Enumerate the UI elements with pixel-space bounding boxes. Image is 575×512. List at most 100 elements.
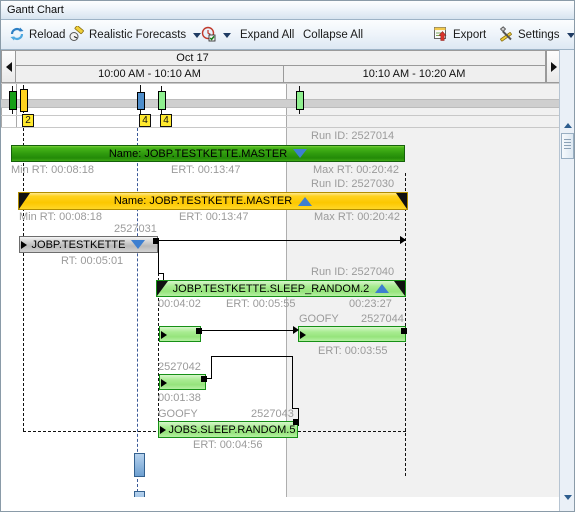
bar-jobp-testkette-master-yellow[interactable]: Name: JOBP.TESTKETTE.MASTER [18, 192, 408, 210]
bar-task-2527044[interactable] [298, 326, 406, 342]
bar-left-cap [157, 281, 168, 296]
vertical-scrollbar[interactable] [559, 50, 574, 511]
bar-jobp-testkette[interactable]: JOBP.TESTKETTE [19, 236, 158, 253]
timeline-ruler: Oct 17 10:00 AM - 10:10 AM 10:10 AM - 10… [1, 50, 574, 83]
timeline-marker-bottom-1[interactable] [134, 453, 145, 477]
chevron-down-icon[interactable] [193, 32, 202, 38]
row-run-id: 2527044 [361, 313, 404, 325]
expand-all-button[interactable]: Expand All [239, 20, 295, 50]
bar-start-arrow-icon [21, 241, 27, 249]
bar-start-arrow-icon [300, 331, 306, 339]
expand-triangle-icon[interactable] [298, 196, 313, 206]
collapse-all-button[interactable]: Collapse All [302, 20, 364, 50]
marker-strip: 2 4 4 [1, 83, 574, 128]
strip-rule [1, 115, 560, 116]
reload-button[interactable]: Reload [9, 20, 66, 50]
export-label: Export [453, 29, 487, 41]
filter-clock-icon [201, 26, 217, 45]
strip-band [1, 99, 560, 108]
bar-label: Name: JOBP.TESTKETTE.MASTER [108, 147, 288, 160]
row-ert: ERT: 00:13:47 [179, 211, 249, 223]
chevron-down-icon[interactable] [566, 32, 574, 38]
marker-badge: 4 [160, 114, 172, 127]
window-title: Gantt Chart [7, 4, 64, 16]
dependency-arrow-icon [293, 326, 299, 334]
bar-right-cap [394, 281, 405, 296]
bar-jobs-sleep-random-5[interactable]: JOBS.SLEEP.RANDOM.5 [158, 421, 298, 438]
row-run-id: Run ID: 2527014 [311, 130, 395, 142]
bar-start-arrow-icon [161, 379, 167, 387]
expand-triangle-icon[interactable] [375, 284, 390, 293]
dependency-link [158, 240, 159, 273]
row-max-rt: Max RT: 00:20:42 [313, 164, 400, 176]
bar-jobp-testkette-master-green[interactable]: Name: JOBP.TESTKETTE.MASTER [11, 145, 405, 162]
bar-end-handle[interactable] [201, 376, 207, 382]
toolbar: Reload Realistic Forecasts Expand All Co… [1, 20, 574, 50]
settings-tools-icon [498, 25, 514, 45]
row-run-id: Run ID: 2527030 [311, 178, 395, 190]
bar-task-small-left[interactable] [159, 326, 201, 342]
row-rt: RT: 00:05:01 [61, 255, 124, 267]
ruler-date-label: Oct 17 [176, 52, 209, 64]
chevron-down-icon[interactable] [223, 32, 231, 38]
bar-end-handle[interactable] [196, 328, 202, 334]
ruler-slot-1[interactable]: 10:10 AM - 10:20 AM [284, 66, 544, 82]
row-ert: ERT: 00:04:56 [193, 439, 263, 451]
dependency-arrow-icon [400, 236, 406, 244]
scrollbar-thumb[interactable] [561, 133, 574, 159]
collapse-triangle-icon[interactable] [293, 149, 308, 158]
dependency-link [201, 330, 293, 331]
ruler-slot-0[interactable]: 10:00 AM - 10:10 AM [16, 66, 284, 82]
gantt-canvas[interactable]: Run ID: 2527014 Name: JOBP.TESTKETTE.MAS… [1, 128, 560, 497]
bar-label: Name: JOBP.TESTKETTE.MASTER [113, 195, 293, 207]
row-agent: GOOFY [299, 313, 339, 325]
row-agent: GOOFY [158, 408, 198, 420]
reload-icon [9, 26, 25, 45]
row-run-id: Run ID: 2527040 [311, 266, 395, 278]
realistic-forecasts-label: Realistic Forecasts [89, 29, 187, 41]
dependency-link [211, 356, 212, 379]
row-run-id: 2527031 [114, 223, 157, 235]
bar-task-2527042[interactable] [159, 374, 206, 390]
collapse-triangle-icon[interactable] [131, 240, 146, 249]
bar-label: JOBP.TESTKETTE.SLEEP_RANDOM.2 [172, 282, 370, 295]
chevron-up-icon [563, 123, 572, 128]
bar-right-cap [396, 193, 407, 209]
strip-rule [1, 83, 560, 84]
bar-end-handle[interactable] [401, 328, 407, 334]
row-run-id: 2527042 [158, 361, 201, 373]
export-button[interactable]: Export [433, 20, 487, 50]
bar-left-cap [19, 193, 30, 209]
timeline-marker-bottom-2[interactable] [134, 491, 145, 497]
row-max-rt: Max RT: 00:20:42 [314, 211, 401, 223]
row-start: 00:04:02 [158, 298, 201, 310]
dependency-link [211, 356, 293, 357]
ruler-scroll-left-button[interactable] [1, 50, 16, 83]
row-ert: ERT: 00:13:47 [171, 164, 241, 176]
scroll-down-button[interactable] [561, 491, 574, 504]
reload-label: Reload [29, 29, 66, 41]
now-marker-line [137, 128, 138, 497]
row-ert: ERT: 00:03:55 [318, 345, 388, 357]
collapse-all-label: Collapse All [303, 29, 364, 41]
canvas-gridline [286, 128, 287, 497]
marker-badge: 4 [139, 114, 151, 127]
expand-all-label: Expand All [240, 29, 295, 41]
row-min-rt: Min RT: 00:08:18 [11, 164, 94, 176]
scroll-right-icon [550, 61, 557, 72]
dependency-link [158, 240, 405, 241]
marker-badge: 2 [22, 114, 34, 127]
settings-menu[interactable]: Settings [498, 20, 574, 50]
bar-sleep-random-2[interactable]: JOBP.TESTKETTE.SLEEP_RANDOM.2 [156, 280, 406, 297]
scroll-up-button[interactable] [561, 119, 574, 132]
chevron-down-icon [563, 495, 572, 500]
row-ert: ERT: 00:05:55 [226, 298, 296, 310]
scroll-left-icon [5, 61, 12, 72]
bar-label: JOBP.TESTKETTE [31, 238, 126, 251]
bar-start-arrow-icon [161, 331, 167, 339]
settings-label: Settings [518, 29, 560, 41]
realistic-forecasts-menu[interactable]: Realistic Forecasts [69, 20, 202, 50]
export-icon [433, 26, 449, 45]
scrollbar-grip [564, 139, 571, 140]
filter-menu[interactable] [201, 20, 231, 50]
